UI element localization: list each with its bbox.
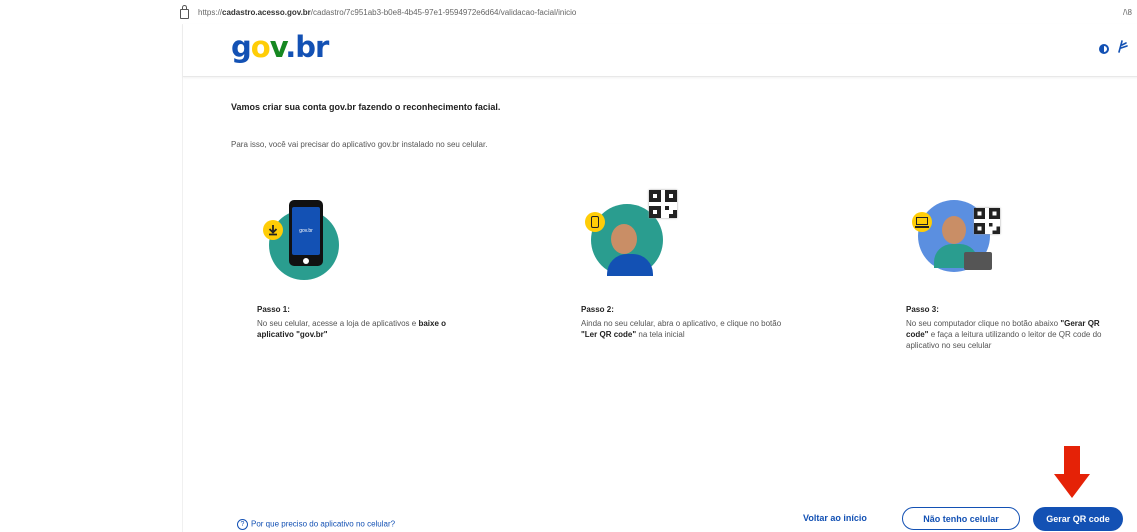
url-text[interactable]: https://cadastro.acesso.gov.br/cadastro/… xyxy=(198,8,576,17)
url-bar-right-fragment: /\8 xyxy=(1123,8,1132,17)
laptop-icon xyxy=(964,252,992,270)
no-phone-button[interactable]: Não tenho celular xyxy=(902,507,1020,530)
red-arrow-down-icon xyxy=(1054,446,1090,503)
question-icon: ? xyxy=(237,519,248,530)
step-3-description: No seu computador clique no botão abaixo… xyxy=(906,319,1102,350)
qr-code-icon xyxy=(649,190,677,218)
person-head xyxy=(611,224,637,254)
govbr-logo[interactable]: gov.br xyxy=(231,30,329,64)
header: gov.br xyxy=(183,24,1137,77)
page: gov.br Vamos criar sua conta gov.br faze… xyxy=(182,24,1137,532)
browser-url-bar[interactable]: https://cadastro.acesso.gov.br/cadastro/… xyxy=(0,0,1137,24)
phone-icon xyxy=(585,212,605,232)
step-2-illustration xyxy=(583,188,683,293)
contrast-icon[interactable] xyxy=(1099,44,1109,54)
intro-title: Vamos criar sua conta gov.br fazendo o r… xyxy=(231,102,501,112)
qr-code-icon xyxy=(974,208,1000,234)
person-head xyxy=(942,216,966,244)
lock-icon xyxy=(180,5,189,19)
step-2-label: Passo 2: xyxy=(581,305,614,314)
step-3-illustration xyxy=(908,194,1008,294)
step-1-illustration: gov.br xyxy=(261,200,341,290)
intro-subtitle: Para isso, você vai precisar do aplicati… xyxy=(231,140,488,149)
phone-icon: gov.br xyxy=(289,200,323,266)
step-1-label: Passo 1: xyxy=(257,305,290,314)
help-link[interactable]: ? Por que preciso do aplicativo no celula… xyxy=(237,519,395,530)
step-2-description: Ainda no seu celular, abra o aplicativo,… xyxy=(581,319,782,339)
download-icon xyxy=(263,220,283,240)
generate-qr-code-button[interactable]: Gerar QR code xyxy=(1033,507,1123,531)
back-to-start-button[interactable]: Voltar ao início xyxy=(803,513,867,523)
step-1-description: No seu celular, acesse a loja de aplicat… xyxy=(257,319,447,339)
computer-icon xyxy=(912,212,932,232)
step-3-label: Passo 3: xyxy=(906,305,939,314)
vlibras-icon[interactable] xyxy=(1117,40,1129,56)
